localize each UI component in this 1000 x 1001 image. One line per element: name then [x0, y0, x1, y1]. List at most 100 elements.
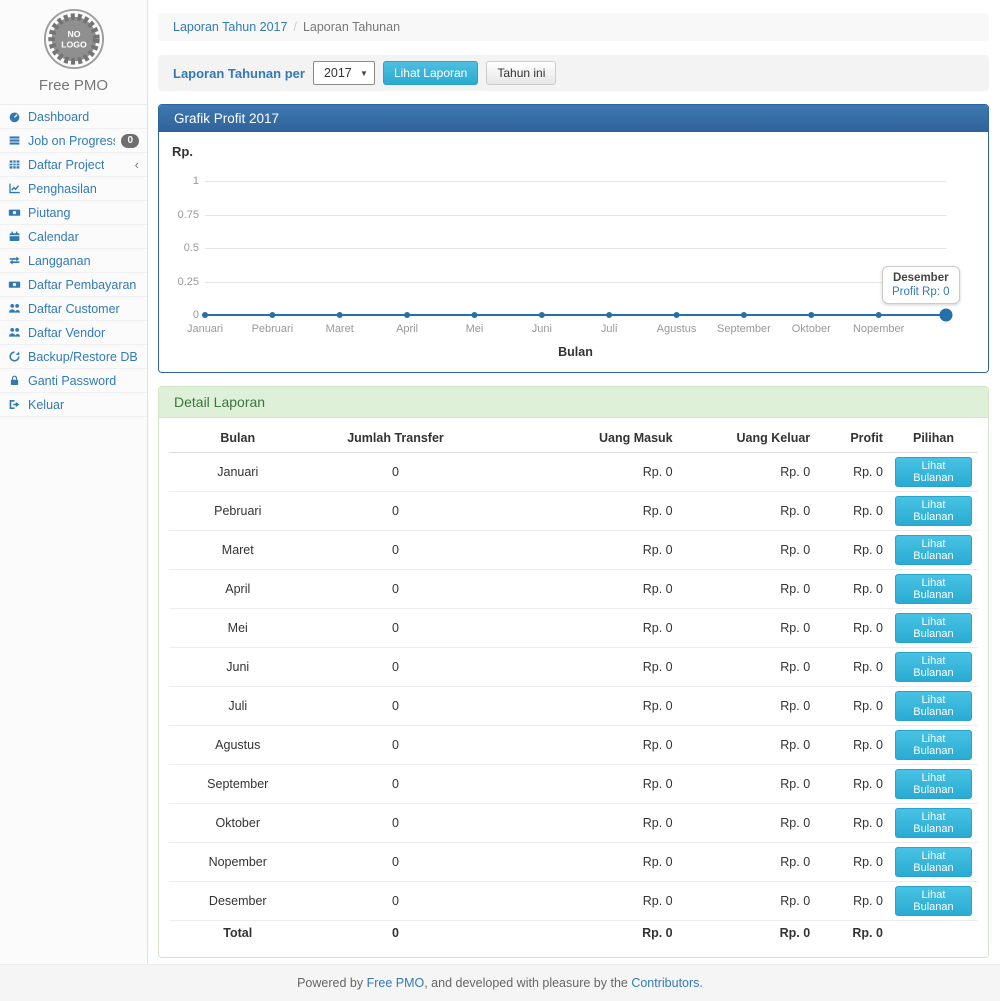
- table-row-oktober: Oktober0Rp. 0Rp. 0Rp. 0Lihat Bulanan: [169, 804, 978, 843]
- sidebar-item-daftar-project[interactable]: Daftar Project‹: [0, 153, 147, 177]
- table-row-desember: Desember0Rp. 0Rp. 0Rp. 0Lihat Bulanan: [169, 882, 978, 921]
- cell-profit: Rp. 0: [816, 687, 889, 726]
- chart-tooltip: DesemberProfit Rp: 0: [882, 266, 960, 304]
- app-window: NO LOGO Free PMO Dashboard Job on Progres…: [0, 0, 1000, 964]
- cell-pilihan: Lihat Bulanan: [889, 726, 978, 765]
- data-point-oktober[interactable]: [808, 312, 814, 318]
- total-uang-keluar: Rp. 0: [679, 921, 817, 945]
- cell-profit: Rp. 0: [816, 843, 889, 882]
- tooltip-value: Profit Rp: 0: [892, 286, 950, 298]
- cell-uang-keluar: Rp. 0: [679, 570, 817, 609]
- cell-jumlah-transfer: 0: [307, 804, 485, 843]
- lihat-bulanan-button[interactable]: Lihat Bulanan: [895, 808, 972, 838]
- lihat-laporan-button[interactable]: Lihat Laporan: [383, 61, 478, 85]
- table-row-pebruari: Pebruari0Rp. 0Rp. 0Rp. 0Lihat Bulanan: [169, 492, 978, 531]
- sidebar-item-ganti-password[interactable]: Ganti Password: [0, 369, 147, 393]
- footer-link-contributors[interactable]: Contributors.: [631, 976, 703, 990]
- cell-pilihan: Lihat Bulanan: [889, 570, 978, 609]
- cell-pilihan: Lihat Bulanan: [889, 843, 978, 882]
- sidebar-item-label: Dashboard: [28, 110, 89, 124]
- cell-uang-masuk: Rp. 0: [484, 453, 678, 492]
- cell-jumlah-transfer: 0: [307, 687, 485, 726]
- total-pilihan-empty: [889, 921, 978, 945]
- lihat-bulanan-button[interactable]: Lihat Bulanan: [895, 652, 972, 682]
- total-profit: Rp. 0: [816, 921, 889, 945]
- data-point-januari[interactable]: [202, 312, 208, 318]
- cell-uang-masuk: Rp. 0: [484, 570, 678, 609]
- cell-jumlah-transfer: 0: [307, 453, 485, 492]
- lihat-bulanan-button[interactable]: Lihat Bulanan: [895, 535, 972, 565]
- total-uang-masuk: Rp. 0: [484, 921, 678, 945]
- footer-link-free-pmo[interactable]: Free PMO: [367, 976, 425, 990]
- data-point-april[interactable]: [404, 312, 410, 318]
- cell-bulan: Nopember: [169, 843, 307, 882]
- sidebar-item-penghasilan[interactable]: Penghasilan: [0, 177, 147, 201]
- lock-icon: [8, 374, 22, 387]
- data-point-juli[interactable]: [606, 312, 612, 318]
- sidebar-item-label: Penghasilan: [28, 182, 97, 196]
- sidebar-item-daftar-customer[interactable]: Daftar Customer: [0, 297, 147, 321]
- sidebar-item-job-on-progress[interactable]: Job on Progress0: [0, 129, 147, 153]
- sidebar-item-daftar-vendor[interactable]: Daftar Vendor: [0, 321, 147, 345]
- cell-bulan: Desember: [169, 882, 307, 921]
- sidebar-item-langganan[interactable]: Langganan: [0, 249, 147, 273]
- lihat-bulanan-button[interactable]: Lihat Bulanan: [895, 730, 972, 760]
- cell-bulan: Mei: [169, 609, 307, 648]
- table-row-juni: Juni0Rp. 0Rp. 0Rp. 0Lihat Bulanan: [169, 648, 978, 687]
- sidebar-item-keluar[interactable]: Keluar: [0, 393, 147, 417]
- logo-area: NO LOGO Free PMO: [0, 0, 147, 105]
- data-point-mei[interactable]: [471, 312, 477, 318]
- sidebar-item-backup-restore-db[interactable]: Backup/Restore DB: [0, 345, 147, 369]
- cell-uang-masuk: Rp. 0: [484, 726, 678, 765]
- lihat-bulanan-button[interactable]: Lihat Bulanan: [895, 496, 972, 526]
- breadcrumb-link-laporan-tahun[interactable]: Laporan Tahun 2017: [173, 20, 287, 34]
- data-point-nopember[interactable]: [876, 312, 882, 318]
- sidebar-item-label: Daftar Vendor: [28, 326, 105, 340]
- sidebar-item-dashboard[interactable]: Dashboard: [0, 105, 147, 129]
- data-point-september[interactable]: [741, 312, 747, 318]
- footer-text-prefix: Powered by: [297, 976, 366, 990]
- cell-profit: Rp. 0: [816, 492, 889, 531]
- table-header-row: BulanJumlah TransferUang MasukUang Kelua…: [169, 424, 978, 453]
- cell-pilihan: Lihat Bulanan: [889, 687, 978, 726]
- lihat-bulanan-button[interactable]: Lihat Bulanan: [895, 847, 972, 877]
- cell-jumlah-transfer: 0: [307, 570, 485, 609]
- cell-jumlah-transfer: 0: [307, 609, 485, 648]
- lihat-bulanan-button[interactable]: Lihat Bulanan: [895, 457, 972, 487]
- data-point-desember[interactable]: [940, 309, 953, 322]
- tahun-ini-button[interactable]: Tahun ini: [486, 61, 556, 85]
- total-jumlah-transfer: 0: [307, 921, 485, 945]
- detail-laporan-panel: Detail Laporan BulanJumlah TransferUang …: [158, 386, 989, 958]
- data-point-maret[interactable]: [337, 312, 343, 318]
- cell-uang-masuk: Rp. 0: [484, 687, 678, 726]
- cell-pilihan: Lihat Bulanan: [889, 492, 978, 531]
- lihat-bulanan-button[interactable]: Lihat Bulanan: [895, 886, 972, 916]
- data-point-juni[interactable]: [539, 312, 545, 318]
- lihat-bulanan-button[interactable]: Lihat Bulanan: [895, 574, 972, 604]
- cell-jumlah-transfer: 0: [307, 726, 485, 765]
- data-point-pebruari[interactable]: [269, 312, 275, 318]
- lihat-bulanan-button[interactable]: Lihat Bulanan: [895, 613, 972, 643]
- sidebar-item-label: Daftar Customer: [28, 302, 120, 316]
- table-row-juli: Juli0Rp. 0Rp. 0Rp. 0Lihat Bulanan: [169, 687, 978, 726]
- data-point-agustus[interactable]: [674, 312, 680, 318]
- calendar-icon: [8, 230, 22, 243]
- sidebar-item-daftar-pembayaran[interactable]: Daftar Pembayaran: [0, 273, 147, 297]
- cell-bulan: Juli: [169, 687, 307, 726]
- sidebar-item-piutang[interactable]: Piutang: [0, 201, 147, 225]
- chart-panel-title: Grafik Profit 2017: [159, 105, 988, 132]
- column-header-profit: Profit: [816, 424, 889, 453]
- cell-profit: Rp. 0: [816, 609, 889, 648]
- cell-bulan: Pebruari: [169, 492, 307, 531]
- lihat-bulanan-button[interactable]: Lihat Bulanan: [895, 769, 972, 799]
- year-select[interactable]: 2017 ▼: [313, 61, 375, 85]
- retweet-icon: [8, 254, 22, 267]
- detail-panel-body: BulanJumlah TransferUang MasukUang Kelua…: [159, 418, 988, 957]
- lihat-bulanan-button[interactable]: Lihat Bulanan: [895, 691, 972, 721]
- sidebar-item-label: Piutang: [28, 206, 70, 220]
- cell-profit: Rp. 0: [816, 765, 889, 804]
- footer: Powered by Free PMO, and developed with …: [0, 964, 1000, 1001]
- cell-uang-masuk: Rp. 0: [484, 492, 678, 531]
- sidebar-item-calendar[interactable]: Calendar: [0, 225, 147, 249]
- cell-profit: Rp. 0: [816, 453, 889, 492]
